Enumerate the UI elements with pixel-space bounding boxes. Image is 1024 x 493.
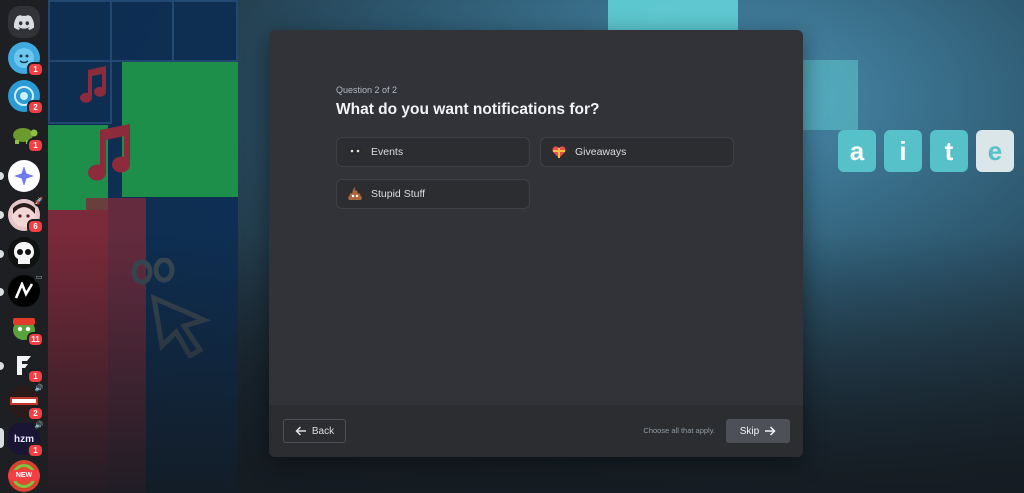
unread-badge: 1 [27,62,44,77]
unread-badge: 1 [27,138,44,153]
question-counter: Question 2 of 2 [336,85,398,95]
unread-badge: 1 [27,369,44,384]
server-icon[interactable] [8,237,40,269]
unread-badge: 2 [27,406,44,421]
poop-icon [347,186,363,202]
discord-logo-icon [14,14,34,30]
music-note-icon [88,124,131,181]
question-title: What do you want notifications for? [336,101,600,118]
option-giveaways[interactable]: Giveaways [540,137,734,167]
speaker-icon: 🔊 [34,384,44,394]
rocket-icon: 🚀 [34,197,44,207]
back-label: Back [311,425,335,437]
logo-n-icon [14,282,34,299]
background-cyan-shape [798,60,858,130]
arrow-right-icon [765,426,776,436]
skip-button[interactable]: Skip [726,419,790,443]
discord-home-button[interactable] [8,6,40,38]
server-sidebar: 1 2 1 🚀 6 ▭ 11 1 🔊 2 hzm 🔊 1 NEW [0,0,48,493]
option-stupid-stuff[interactable]: Stupid Stuff [336,179,530,209]
screen-share-icon: ▭ [34,273,44,283]
option-label: Stupid Stuff [371,188,426,200]
arrow-left-icon [295,426,306,436]
onboarding-question-modal: Question 2 of 2 What do you want notific… [269,30,803,457]
server-indicator-pill [0,211,4,219]
server-icon[interactable]: 🚀 6 [8,197,44,234]
skull-icon [14,242,34,264]
server-indicator-pill [0,362,4,370]
unread-badge: 1 [27,443,44,458]
server-icon[interactable]: hzm 🔊 1 [8,421,44,458]
option-events[interactable]: Events [336,137,530,167]
sparkle-icon [14,166,34,186]
heart-ribbon-icon [551,144,567,160]
server-indicator-pill [0,250,4,258]
skip-label: Skip [739,425,760,437]
selection-hint: Choose all that apply. [643,426,715,435]
server-icon[interactable]: 🔊 2 [8,384,44,421]
background-green-block [122,62,238,197]
option-label: Giveaways [575,146,627,158]
mask-icon [347,144,363,160]
speaker-icon: 🔊 [34,421,44,431]
new-badge: NEW [8,470,40,481]
server-icon[interactable]: NEW [8,460,40,492]
music-note-icon [80,66,106,103]
server-indicator-pill [0,288,4,296]
server-icon[interactable]: 1 [8,42,44,77]
server-indicator-pill [0,172,4,180]
server-icon[interactable]: 1 [8,118,44,153]
server-icon[interactable]: 11 [8,312,44,347]
unread-badge: 11 [27,332,44,347]
server-indicator-pill [0,428,4,448]
option-label: Events [371,146,404,158]
modal-footer: Back Choose all that apply. Skip [269,405,803,457]
unread-badge: 6 [27,219,44,234]
server-icon[interactable]: ▭ [8,273,44,307]
unread-badge: 2 [27,100,44,115]
back-button[interactable]: Back [283,419,346,443]
server-icon[interactable]: 2 [8,80,44,115]
server-icon[interactable] [8,160,40,192]
server-icon[interactable]: 1 [8,349,44,384]
